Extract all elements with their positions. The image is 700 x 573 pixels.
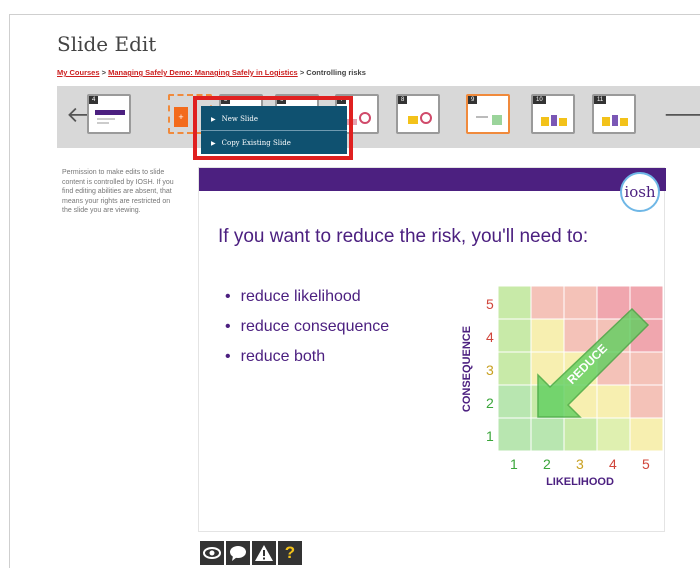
thumbnail-number: 8 bbox=[398, 96, 408, 104]
warning-icon[interactable] bbox=[252, 541, 276, 565]
slide-heading: If you want to reduce the risk, you'll n… bbox=[218, 226, 589, 247]
thumbnail-number: 11 bbox=[594, 96, 607, 104]
thumbnail-number: 4 bbox=[89, 96, 99, 104]
x-tick: 2 bbox=[543, 456, 551, 472]
thumbnail-image bbox=[95, 110, 125, 124]
y-tick: 2 bbox=[486, 395, 494, 411]
x-tick: 5 bbox=[642, 456, 650, 472]
thumbnail-image bbox=[602, 115, 628, 126]
breadcrumb-course[interactable]: Managing Safely Demo: Managing Safely in… bbox=[108, 68, 298, 77]
highlight-box bbox=[193, 96, 353, 160]
bullet-item: reduce consequence bbox=[225, 318, 390, 348]
thumbnail-image bbox=[476, 115, 502, 125]
slide-preview: iosh If you want to reduce the risk, you… bbox=[198, 167, 666, 532]
permission-note: Permission to make edits to slide conten… bbox=[62, 169, 174, 214]
y-tick: 4 bbox=[486, 329, 494, 345]
slide-strip: 🡐 4 5 6 7 8 9 10 11 bbox=[57, 86, 700, 148]
bullet-list: reduce likelihood reduce consequence red… bbox=[225, 288, 390, 378]
iosh-logo: iosh bbox=[620, 172, 660, 212]
eye-icon[interactable] bbox=[200, 541, 224, 565]
x-tick: 1 bbox=[510, 456, 518, 472]
slide-thumbnail[interactable]: 11 bbox=[592, 94, 636, 134]
slide-header-bar bbox=[199, 168, 666, 191]
add-slide-button[interactable]: + bbox=[174, 107, 188, 127]
y-tick: 1 bbox=[486, 428, 494, 444]
slide-thumbnail[interactable]: 10 bbox=[531, 94, 575, 134]
risk-matrix: REDUCE 1 2 3 4 5 CONSEQUENCE 1 2 3 4 5 L… bbox=[461, 285, 664, 488]
breadcrumb-my-courses[interactable]: My Courses bbox=[57, 68, 100, 77]
slide-thumbnail[interactable]: 4 bbox=[87, 94, 131, 134]
y-axis-label: CONSEQUENCE bbox=[461, 326, 473, 412]
bullet-item: reduce both bbox=[225, 348, 389, 378]
thumbnail-number: 9 bbox=[468, 96, 478, 104]
x-tick: 4 bbox=[609, 456, 617, 472]
help-icon[interactable]: ? bbox=[278, 541, 302, 565]
x-axis-label: LIKELIHOOD bbox=[546, 476, 614, 488]
bullet-item: reduce likelihood bbox=[225, 288, 389, 318]
slide-thumbnail[interactable]: 8 bbox=[396, 94, 440, 134]
thumbnail-image bbox=[408, 112, 432, 124]
page-title: Slide Edit bbox=[57, 32, 157, 56]
arrow-right-icon[interactable]: 🡒 bbox=[663, 102, 700, 128]
x-tick: 3 bbox=[576, 456, 584, 472]
thumbnail-image bbox=[541, 115, 567, 126]
breadcrumb-separator: > bbox=[299, 68, 305, 77]
y-tick: 3 bbox=[486, 362, 494, 378]
breadcrumb-current: Controlling risks bbox=[306, 68, 366, 77]
thumbnail-number: 10 bbox=[533, 96, 546, 104]
breadcrumb: My Courses > Managing Safely Demo: Manag… bbox=[57, 68, 366, 77]
slide-thumbnail-active[interactable]: 9 bbox=[466, 94, 510, 134]
comment-icon[interactable] bbox=[226, 541, 250, 565]
y-tick: 5 bbox=[486, 296, 494, 312]
breadcrumb-separator: > bbox=[101, 68, 106, 77]
